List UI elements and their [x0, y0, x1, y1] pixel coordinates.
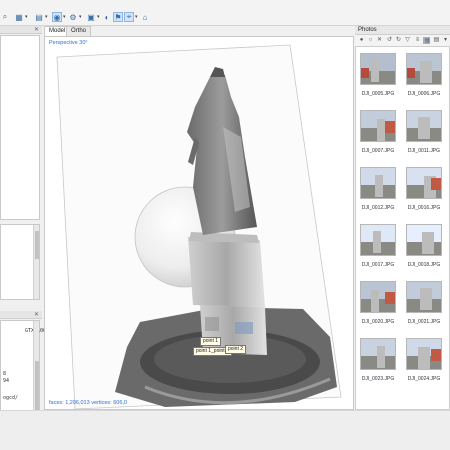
- photo-thumbnail[interactable]: DJI_0017.JPG: [358, 224, 398, 274]
- workspace-panel: ✕ ✕ GTX 1060 8 94 ogcd/: [0, 26, 49, 430]
- console-line: ogcd/: [3, 395, 19, 401]
- chevron-down-icon[interactable]: ▾: [79, 14, 82, 20]
- workspace-tree[interactable]: [0, 35, 40, 220]
- chevron-down-icon[interactable]: ▾: [97, 14, 100, 20]
- close-icon[interactable]: ✕: [34, 311, 39, 318]
- enable-icon[interactable]: ●: [358, 37, 365, 44]
- 3d-viewport[interactable]: Perspective 30° point 1 point 1_point 2 …: [44, 36, 354, 410]
- camera-icon[interactable]: ◐: [102, 12, 112, 22]
- photo-thumbnail[interactable]: DJI_0006.JPG: [404, 53, 444, 103]
- marker-label[interactable]: point 2: [225, 345, 247, 354]
- photo-grid[interactable]: DJI_0005.JPG DJI_0006.JPG DJI_0007.JPG DJI_…: [355, 46, 450, 410]
- photo-thumbnail[interactable]: DJI_0023.JPG: [358, 338, 398, 388]
- photo-caption: DJI_0017.JPG: [361, 262, 395, 268]
- photo-caption: DJI_0005.JPG: [361, 91, 395, 97]
- photo-caption: DJI_0020.JPG: [361, 319, 395, 325]
- photo-thumbnail[interactable]: DJI_0016.JPG: [404, 167, 444, 217]
- chevron-down-icon[interactable]: ▾: [442, 37, 449, 44]
- remove-icon[interactable]: ✕: [376, 37, 383, 44]
- grid-view-icon[interactable]: ▦: [14, 12, 24, 22]
- chevron-down-icon[interactable]: ▾: [63, 14, 66, 20]
- model-view: Model Ortho Perspective 30° point 1 poin…: [44, 26, 354, 410]
- chevron-down-icon[interactable]: ▾: [45, 14, 48, 20]
- layout-icon[interactable]: ▤: [34, 12, 44, 22]
- image-icon[interactable]: ▣: [86, 12, 96, 22]
- thumbnail-view-icon[interactable]: ▦: [423, 37, 430, 44]
- photo-thumbnail[interactable]: DJI_0005.JPG: [358, 53, 398, 103]
- photo-image: [360, 224, 396, 256]
- photo-image: [360, 110, 396, 142]
- panel-header: ✕: [0, 26, 42, 34]
- filter-icon[interactable]: ▽: [404, 37, 411, 44]
- photo-image: [406, 167, 442, 199]
- photo-caption: DJI_0024.JPG: [407, 376, 441, 382]
- photo-thumbnail[interactable]: DJI_0007.JPG: [358, 110, 398, 160]
- photo-thumbnail[interactable]: DJI_0021.JPG: [404, 281, 444, 331]
- markers-icon[interactable]: ⌖: [124, 12, 134, 22]
- rotate-right-icon[interactable]: ↻: [395, 37, 402, 44]
- photo-caption: DJI_0016.JPG: [407, 205, 441, 211]
- model-stats: faces: 1,206,013 vertices: 606,0: [49, 400, 127, 406]
- disable-icon[interactable]: ○: [367, 37, 374, 44]
- zoom-icon[interactable]: ⌕: [0, 12, 10, 22]
- photo-image: [406, 53, 442, 85]
- photo-image: [406, 338, 442, 370]
- rotate-left-icon[interactable]: ↺: [386, 37, 393, 44]
- console-header: ✕: [0, 311, 42, 319]
- console-line: 8: [3, 371, 7, 377]
- model-shading-icon[interactable]: ⚙: [68, 12, 78, 22]
- photo-caption: DJI_0012.JPG: [361, 205, 395, 211]
- detail-view-icon[interactable]: ▤: [433, 37, 440, 44]
- photo-image: [360, 53, 396, 85]
- chevron-down-icon[interactable]: ▾: [25, 14, 28, 20]
- photo-image: [406, 110, 442, 142]
- tab-ortho[interactable]: Ortho: [66, 26, 92, 36]
- photo-caption: DJI_0018.JPG: [407, 262, 441, 268]
- photo-caption: DJI_0006.JPG: [407, 91, 441, 97]
- properties-box[interactable]: [0, 224, 40, 300]
- chevron-down-icon[interactable]: ▾: [135, 14, 138, 20]
- home-icon[interactable]: ⌂: [140, 12, 150, 22]
- photo-caption: DJI_0011.JPG: [407, 148, 441, 154]
- photos-title: Photos: [355, 26, 450, 35]
- status-area: [0, 410, 450, 450]
- photo-caption: DJI_0007.JPG: [361, 148, 395, 154]
- photo-thumbnail[interactable]: DJI_0011.JPG: [404, 110, 444, 160]
- photo-caption: DJI_0021.JPG: [407, 319, 441, 325]
- globe-icon[interactable]: ◉: [52, 12, 62, 22]
- list-view-icon[interactable]: ≡: [414, 37, 421, 44]
- photos-pane: Photos ● ○ ✕ ↺ ↻ ▽ ≡ ▦ ▤ ▾ DJI_0005.JPG D…: [355, 26, 450, 410]
- pedestal-column: [188, 237, 265, 307]
- scrollbar[interactable]: [33, 225, 39, 299]
- photo-thumbnail[interactable]: DJI_0018.JPG: [404, 224, 444, 274]
- scroll-thumb[interactable]: [35, 231, 39, 259]
- photo-caption: DJI_0023.JPG: [361, 376, 395, 382]
- close-icon[interactable]: ✕: [34, 26, 39, 33]
- photos-toolbar: ● ○ ✕ ↺ ↻ ▽ ≡ ▦ ▤ ▾: [355, 35, 450, 46]
- photo-thumbnail[interactable]: DJI_0024.JPG: [404, 338, 444, 388]
- photo-image: [360, 281, 396, 313]
- photo-image: [360, 167, 396, 199]
- flag-icon[interactable]: ⚑: [113, 12, 123, 22]
- main-toolbar: ⌕ ▦ ▾ ▤ ▾ ◉ ▾ ⚙ ▾ ▣ ▾ ◐ ⚑ ⌖ ▾ ⌂: [0, 0, 450, 26]
- photo-image: [406, 281, 442, 313]
- photo-image: [360, 338, 396, 370]
- view-tabs: Model Ortho: [44, 26, 354, 36]
- scroll-thumb[interactable]: [35, 361, 39, 411]
- console-line: 94: [3, 378, 10, 384]
- marker-label[interactable]: point 1: [200, 337, 222, 346]
- photo-thumbnail[interactable]: DJI_0012.JPG: [358, 167, 398, 217]
- photo-thumbnail[interactable]: DJI_0020.JPG: [358, 281, 398, 331]
- photo-image: [406, 224, 442, 256]
